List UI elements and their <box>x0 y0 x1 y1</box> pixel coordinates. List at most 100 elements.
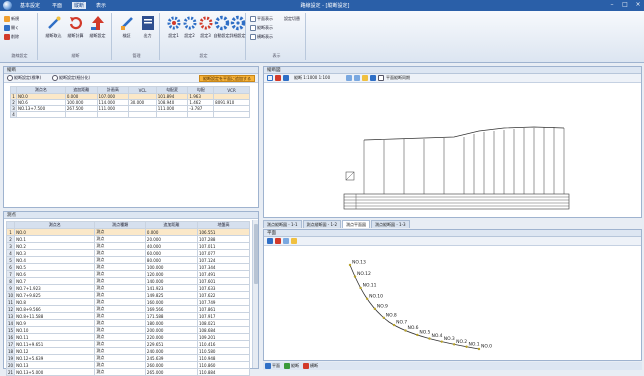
table-cell[interactable]: 測点 <box>94 291 146 299</box>
zoom-fit-icon[interactable] <box>267 238 273 244</box>
table-row[interactable]: 11 NO.8 測点 160.000 107.749 <box>5 298 251 306</box>
table-cell[interactable]: NO.3 <box>14 249 96 257</box>
table-cell[interactable]: NO.6 <box>14 270 96 278</box>
table-row[interactable]: 8 NO.7 測点 140.000 107.601 <box>5 277 251 285</box>
profile-calc-button[interactable]: 縦断計算 <box>66 15 85 39</box>
table-cell[interactable]: NO.7+9.825 <box>14 291 96 299</box>
table-cell[interactable] <box>128 111 157 118</box>
table-cell[interactable]: NO.11 <box>14 333 96 341</box>
table-row[interactable]: 13 NO.8+11.588 測点 171.588 107.917 <box>5 312 251 320</box>
survey-point[interactable] <box>404 329 407 332</box>
table-cell[interactable]: 60.000 <box>144 249 198 257</box>
delete-button[interactable]: 削除 <box>4 33 19 41</box>
table-cell[interactable]: 108.021 <box>196 319 251 327</box>
radio-standard[interactable]: 縦断設定(標準) <box>7 74 41 82</box>
table-cell[interactable]: 240.000 <box>144 347 198 355</box>
table-cell[interactable]: 107.861 <box>196 305 251 313</box>
copy-icon[interactable] <box>283 75 289 81</box>
table-row[interactable]: 12 NO.8+9.566 測点 169.566 107.861 <box>5 305 251 313</box>
survey-point[interactable] <box>416 333 419 337</box>
menu-item[interactable]: 平面 <box>50 2 64 9</box>
table-cell[interactable]: NO.8+9.566 <box>14 305 96 313</box>
table-row[interactable]: 9 NO.7+1.923 測点 141.923 107.633 <box>5 284 251 292</box>
table-row-empty[interactable]: 4 <box>10 111 250 118</box>
table-cell[interactable]: 200.000 <box>144 326 198 334</box>
table-row[interactable]: 17 NO.11+9.651 測点 229.651 110.416 <box>5 340 251 348</box>
table-cell[interactable]: 160.000 <box>144 298 198 306</box>
table-cell[interactable]: 100.000 <box>144 263 198 271</box>
table-cell[interactable]: 測点 <box>94 242 146 250</box>
table-cell[interactable]: 測点 <box>94 235 146 243</box>
detail-setting-button[interactable]: 詳細設定 <box>228 15 247 39</box>
table-scrollbar[interactable] <box>252 220 258 368</box>
table-cell[interactable]: 107.633 <box>196 284 251 292</box>
cross-view-check[interactable]: 横断表示 <box>250 33 273 41</box>
menu-item[interactable]: 表示 <box>94 2 108 9</box>
maximize-icon[interactable]: □ <box>621 1 629 9</box>
table-cell[interactable]: 80.000 <box>144 256 198 264</box>
survey-point[interactable] <box>477 347 481 351</box>
pan-icon[interactable] <box>362 75 368 81</box>
table-cell[interactable]: NO.5 <box>14 263 96 271</box>
table-cell[interactable] <box>213 111 250 118</box>
table-row[interactable]: 7 NO.6 測点 120.000 107.491 <box>5 270 251 278</box>
table-cell[interactable]: NO.12 <box>14 347 96 355</box>
table-cell[interactable]: 110.416 <box>196 340 251 348</box>
table-cell[interactable]: 測点 <box>94 347 146 355</box>
table-cell[interactable]: 110.860 <box>196 361 251 369</box>
table-cell[interactable]: NO.12+5.639 <box>14 354 96 362</box>
table-cell[interactable]: 107.622 <box>196 291 251 299</box>
table-cell[interactable]: 40.000 <box>144 242 198 250</box>
table-cell[interactable]: 測点 <box>94 361 146 369</box>
status-item[interactable]: 横断 <box>303 363 318 369</box>
survey-point[interactable] <box>373 307 377 311</box>
table-cell[interactable]: 260.000 <box>144 361 198 369</box>
minimize-icon[interactable]: – <box>608 1 616 9</box>
table-row[interactable]: 14 NO.9 測点 180.000 108.021 <box>5 319 251 327</box>
table-row[interactable]: 10 NO.7+9.825 測点 149.825 107.622 <box>5 291 251 299</box>
column-header[interactable]: 追加距離 <box>144 221 198 229</box>
table-cell[interactable]: 測点 <box>94 333 146 341</box>
table-row[interactable]: 2 NO.1 測点 20.000 107.288 <box>5 235 251 243</box>
table-cell[interactable]: NO.1 <box>14 235 96 243</box>
table-row[interactable]: 4 NO.3 測点 60.000 107.077 <box>5 249 251 257</box>
app-logo-icon[interactable] <box>3 1 12 10</box>
table-cell[interactable]: 測点 <box>94 298 146 306</box>
table-cell[interactable]: 測点 <box>94 326 146 334</box>
table-cell[interactable]: NO.13 <box>14 361 96 369</box>
table-cell[interactable]: NO.10 <box>14 326 96 334</box>
table-cell[interactable]: 108.684 <box>196 326 251 334</box>
menu-item[interactable]: 基本設定 <box>18 2 42 9</box>
table-cell[interactable]: 110.948 <box>196 354 251 362</box>
table-cell[interactable]: 171.588 <box>144 312 198 320</box>
table-cell[interactable]: NO.2 <box>14 242 96 250</box>
survey-point[interactable] <box>428 337 431 340</box>
profile-import-button[interactable]: 縦断取込 <box>44 15 63 39</box>
table-cell[interactable]: 測点 <box>94 270 146 278</box>
survey-point[interactable] <box>452 343 456 346</box>
status-item[interactable]: 平面 <box>265 363 280 369</box>
survey-point[interactable] <box>392 323 396 327</box>
table-cell[interactable]: 120.000 <box>144 270 198 278</box>
survey-point[interactable] <box>359 286 362 290</box>
table-cell[interactable]: 180.000 <box>144 319 198 327</box>
profile-setting-button[interactable]: 縦断設定 <box>88 15 107 39</box>
table-row[interactable]: 1 NO.0 測点 0.000 106.551 <box>5 228 251 236</box>
table-cell[interactable]: NO.11+9.651 <box>14 340 96 348</box>
scrollbar-thumb[interactable] <box>254 224 258 284</box>
zoom-out-icon[interactable] <box>354 75 360 81</box>
zoom-fit-icon[interactable] <box>267 75 273 81</box>
print-icon[interactable] <box>275 238 281 244</box>
table-cell[interactable]: 140.000 <box>144 277 198 285</box>
status-item[interactable]: 縦断 <box>284 363 299 369</box>
table-cell[interactable]: NO.13+5.000 <box>14 368 96 376</box>
table-row[interactable]: 6 NO.5 測点 100.000 107.344 <box>5 263 251 271</box>
table-cell[interactable]: 149.825 <box>144 291 198 299</box>
survey-point[interactable] <box>382 316 385 319</box>
pan-icon[interactable] <box>291 238 297 244</box>
table-cell[interactable]: 229.651 <box>144 340 198 348</box>
table-cell[interactable]: 141.923 <box>144 284 198 292</box>
column-header[interactable]: 追加距離 <box>64 86 98 94</box>
table-cell[interactable]: 109.201 <box>196 333 251 341</box>
table-cell[interactable]: NO.9 <box>14 319 96 327</box>
